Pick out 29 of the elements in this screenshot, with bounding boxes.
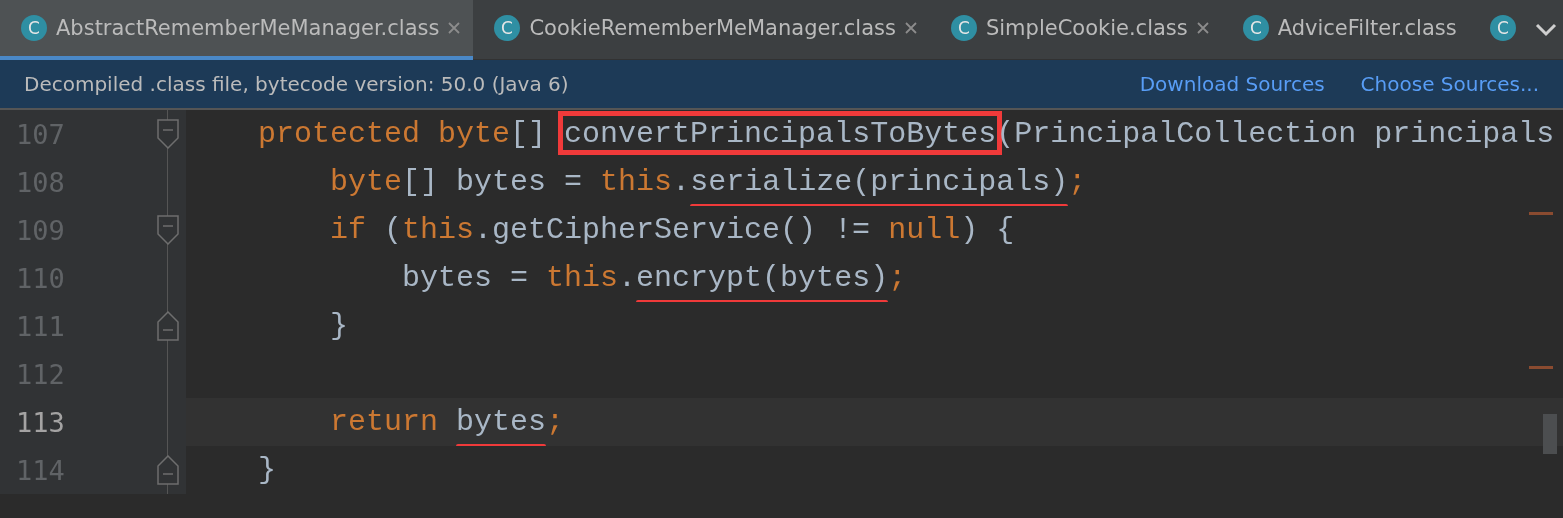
close-icon[interactable] [1195,21,1210,35]
code-line: return bytes; [186,398,565,446]
editor-tab[interactable]: C AdviceFilter.class [1221,0,1469,60]
code-line: byte[] bytes = this.serialize(principals); [186,158,1087,206]
fold-marker-icon[interactable] [157,119,179,149]
code-line: } [257,452,276,489]
decompiled-notice: Decompiled .class file, bytecode version: 50.0 (Java 6) [24,72,570,96]
class-file-icon: C [20,14,48,42]
editor-tab[interactable]: C SimpleCookie.class [929,0,1222,60]
class-file-icon: C [949,14,978,42]
code-line: if (this.getCipherService() != null) { [329,212,1015,249]
class-file-icon: C [1241,14,1270,42]
scrollbar-thumb[interactable] [1543,414,1557,454]
code-line: bytes = this.encrypt(bytes); [186,254,907,302]
banner-link[interactable]: Download Sources [1139,72,1325,96]
class-file-icon: C [1488,14,1517,42]
editor-tab[interactable]: C CookieRememberMeManager.class [473,0,930,60]
fold-marker-icon[interactable] [157,215,179,245]
editor-tab[interactable]: C AbstractRememberMeManager.class [0,0,474,60]
close-icon[interactable] [447,21,462,35]
chevron-down-icon[interactable] [1534,22,1557,37]
line-number: 113 [15,406,65,438]
fold-marker-icon[interactable] [157,311,179,341]
banner-link[interactable]: Choose Sources... [1360,72,1539,96]
class-file-icon: C [493,14,522,42]
fold-marker-icon[interactable] [157,455,179,485]
editor-tab[interactable]: C [1468,0,1529,60]
close-icon[interactable] [903,21,918,35]
code-line: } [329,308,349,345]
